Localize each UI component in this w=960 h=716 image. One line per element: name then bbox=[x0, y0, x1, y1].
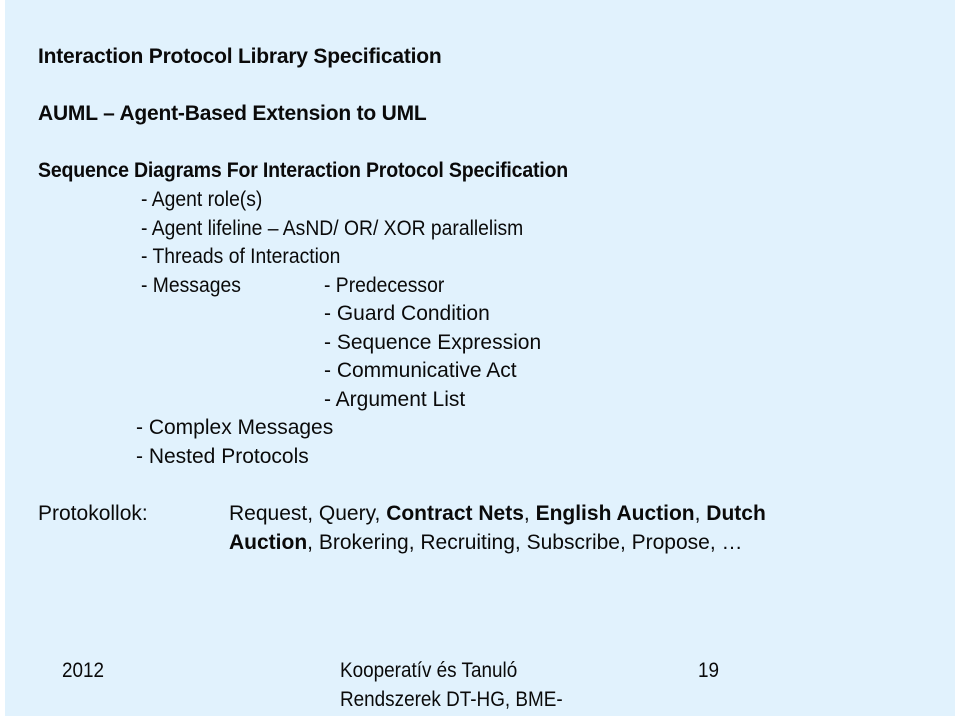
footer-course-line-2: Rendszerek DT-HG, BME- bbox=[340, 688, 563, 711]
list-item-complex-messages: - Complex Messages bbox=[136, 416, 334, 439]
footer-year: 2012 bbox=[62, 659, 105, 682]
list-item-threads: - Threads of Interaction bbox=[141, 245, 341, 268]
heading-ipl-spec: Interaction Protocol Library Specificati… bbox=[38, 45, 442, 68]
list-item-nested-protocols: - Nested Protocols bbox=[136, 445, 309, 468]
sub-item-communicative-act: - Communicative Act bbox=[324, 359, 517, 382]
heading-auml: AUML – Agent-Based Extension to UML bbox=[38, 102, 427, 125]
list-item-agent-lifeline: - Agent lifeline – AsND/ OR/ XOR paralle… bbox=[141, 217, 524, 240]
sub-item-guard-condition: - Guard Condition bbox=[324, 302, 490, 325]
protocol-name-bold: Auction bbox=[229, 531, 308, 554]
protocol-text: , Brokering, Recruiting, Subscribe, Prop… bbox=[307, 531, 743, 554]
protocol-text: Request, Query, bbox=[229, 502, 387, 525]
protocol-name-bold: Dutch bbox=[706, 502, 766, 525]
heading-sequence-diagrams: Sequence Diagrams For Interaction Protoc… bbox=[38, 159, 569, 182]
footer-course-line-1: Kooperatív és Tanuló bbox=[340, 659, 518, 682]
protocol-text: , bbox=[694, 502, 707, 525]
protocol-name-bold: English Auction bbox=[535, 502, 695, 525]
slide: Interaction Protocol Library Specificati… bbox=[5, 0, 955, 716]
protocol-name-bold: Contract Nets bbox=[386, 502, 524, 525]
protocols-line-2: Auction, Brokering, Recruiting, Subscrib… bbox=[229, 531, 743, 555]
protocols-line-1: Request, Query, Contract Nets, English A… bbox=[229, 502, 766, 526]
sub-item-predecessor: - Predecessor bbox=[324, 274, 445, 297]
list-item-agent-roles: - Agent role(s) bbox=[141, 188, 263, 211]
list-item-messages: - Messages bbox=[141, 274, 241, 297]
protocol-text: , bbox=[523, 502, 536, 525]
protocols-label: Protokollok: bbox=[38, 502, 148, 525]
footer-page-number: 19 bbox=[698, 659, 720, 682]
sub-item-argument-list: - Argument List bbox=[324, 388, 466, 411]
sub-item-sequence-expression: - Sequence Expression bbox=[324, 331, 542, 354]
